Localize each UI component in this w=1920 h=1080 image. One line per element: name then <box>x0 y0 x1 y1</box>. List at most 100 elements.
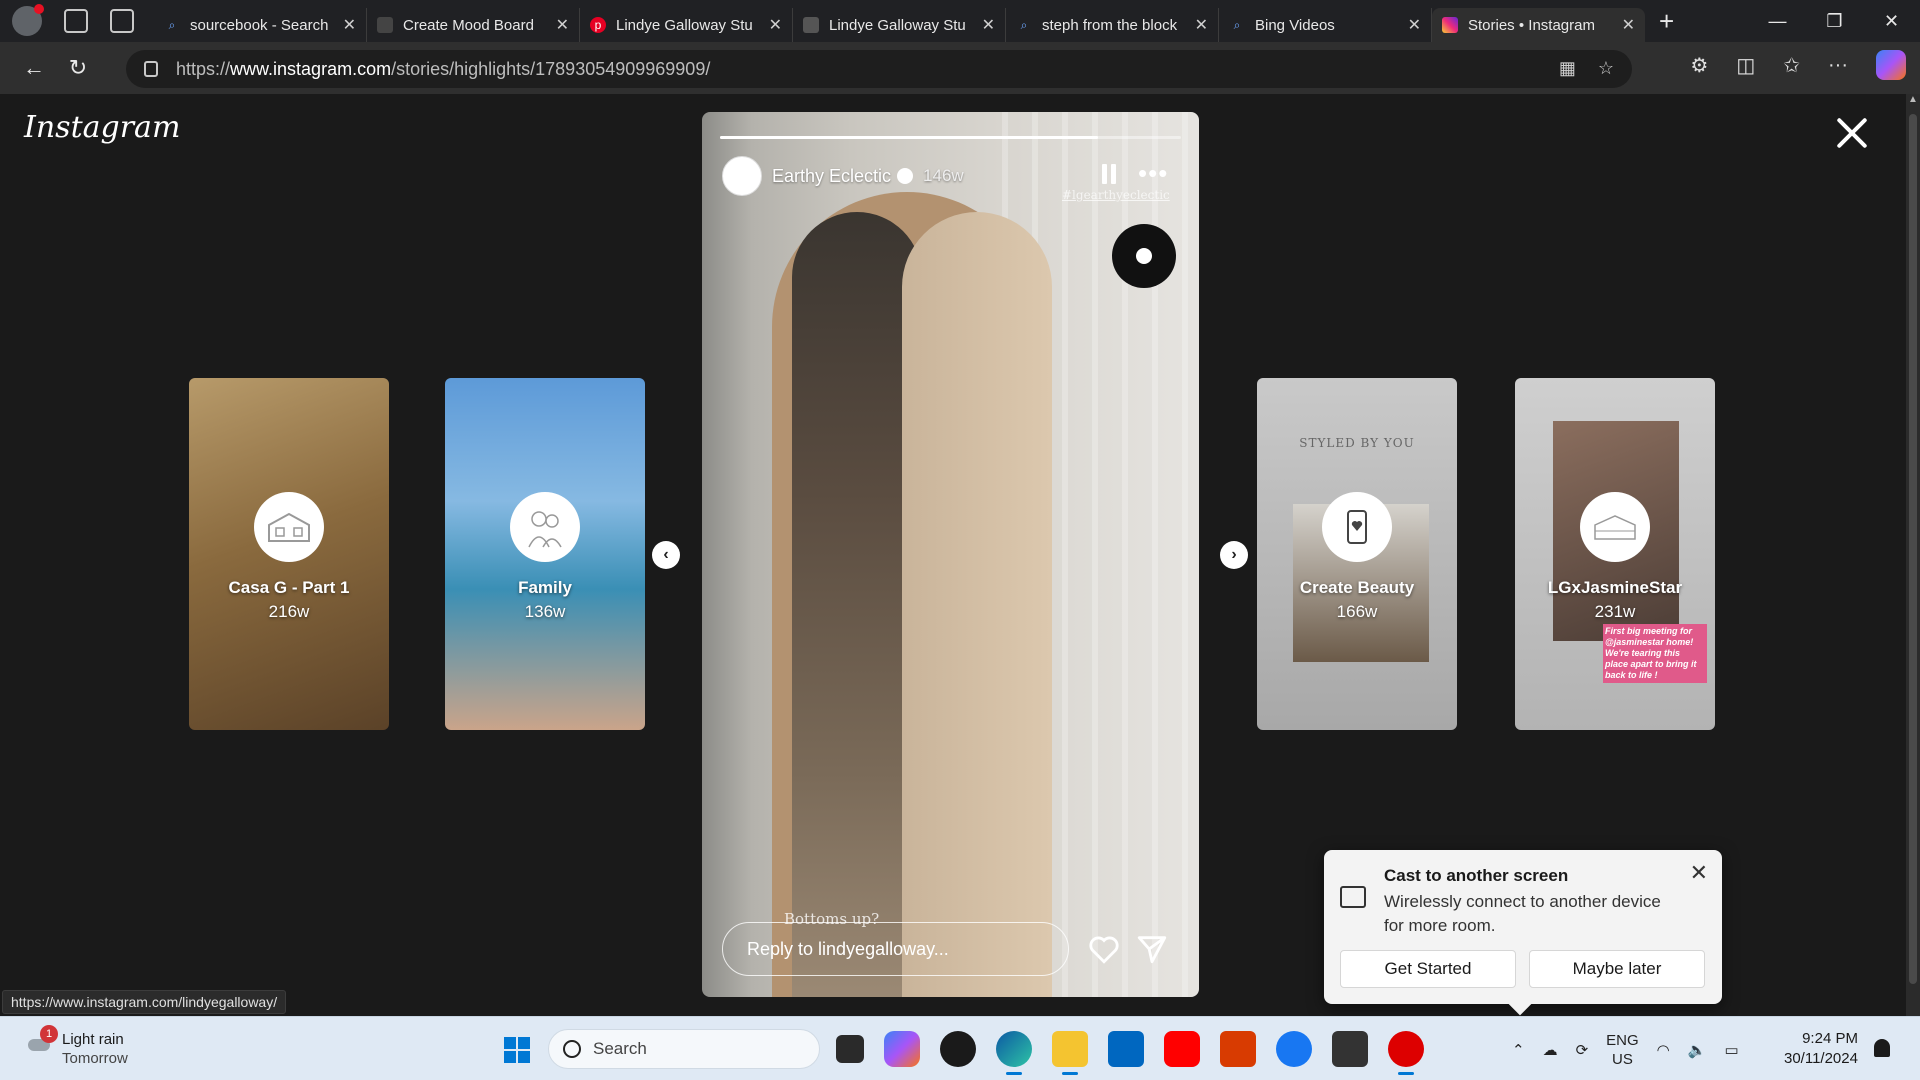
back-button[interactable]: ← <box>12 48 56 88</box>
close-stories-button[interactable] <box>1834 116 1868 150</box>
app-available-icon[interactable]: ▦ <box>1559 58 1576 79</box>
task-view-icon[interactable] <box>836 1035 864 1063</box>
close-tab-icon[interactable]: ✕ <box>769 15 782 35</box>
scroll-up-arrow-icon[interactable]: ▲ <box>1906 94 1920 105</box>
story-card[interactable]: Earthy Eclectic 146w ••• #lgearthyeclect… <box>702 112 1199 997</box>
clock-time: 9:24 PM <box>1802 1030 1858 1047</box>
previous-story-button[interactable]: ‹ <box>652 541 680 569</box>
close-tab-icon[interactable]: ✕ <box>343 15 356 35</box>
dell-icon[interactable] <box>940 1031 976 1067</box>
tab-instagram-stories[interactable]: Stories • Instagram ✕ <box>1432 8 1645 42</box>
like-heart-icon[interactable] <box>1087 932 1121 966</box>
pause-button[interactable] <box>1102 164 1118 184</box>
highlight-age: 166w <box>1336 602 1378 621</box>
system-tray: ⌃ ☁ ⟳ ENG US ◠ 🔈 ▭ <box>1512 1031 1739 1069</box>
tab-title: Create Mood Board <box>403 16 534 34</box>
url-text: https://www.instagram.com/stories/highli… <box>176 59 710 80</box>
cast-screen-icon <box>1340 886 1366 908</box>
highlight-preview-casa-g[interactable]: Casa G - Part 1 216w <box>189 378 389 730</box>
story-account-name[interactable]: Earthy Eclectic <box>772 166 891 187</box>
new-tab-button[interactable]: + <box>1659 6 1674 37</box>
more-options-icon[interactable]: ••• <box>1138 158 1168 189</box>
page-scrollbar[interactable]: ▲ <box>1906 94 1920 1016</box>
close-tab-icon[interactable]: ✕ <box>982 15 995 35</box>
tab-lindye-pinterest[interactable]: p Lindye Galloway Stu ✕ <box>580 8 793 42</box>
tab-sourcebook-search[interactable]: ⌕ sourcebook - Search ✕ <box>154 8 367 42</box>
search-icon: ⌕ <box>1020 17 1028 32</box>
show-hidden-icons-chevron-icon[interactable]: ⌃ <box>1512 1041 1525 1059</box>
tab-bing-videos[interactable]: ⌕ Bing Videos ✕ <box>1219 8 1432 42</box>
edge-browser-icon[interactable] <box>996 1031 1032 1075</box>
url-field[interactable]: https://www.instagram.com/stories/highli… <box>126 50 1632 88</box>
tab-title: steph from the block <box>1042 16 1178 34</box>
highlight-name: Casa G - Part 1 <box>228 578 350 597</box>
tab-actions-icon[interactable] <box>110 9 134 33</box>
weather-badge: 1 <box>40 1025 58 1043</box>
wall-sconce-image <box>1112 224 1176 288</box>
start-button[interactable] <box>504 1037 530 1063</box>
taskbar-search[interactable]: Search <box>548 1029 820 1069</box>
refresh-button[interactable]: ↻ <box>56 48 100 88</box>
cast-popup-close-icon[interactable]: ✕ <box>1690 860 1708 886</box>
story-hashtag[interactable]: #lgearthyeclectic <box>1062 188 1170 202</box>
language-indicator[interactable]: ENG US <box>1606 1031 1639 1069</box>
more-menu-icon[interactable]: ··· <box>1828 54 1848 77</box>
cast-popup-description: Wirelessly connect to another device for… <box>1384 892 1661 935</box>
verified-badge-icon <box>897 168 914 184</box>
wifi-icon[interactable]: ◠ <box>1657 1041 1670 1059</box>
clock-date: 30/11/2024 <box>1784 1050 1858 1067</box>
restore-button[interactable]: ❐ <box>1806 0 1863 42</box>
close-window-button[interactable]: ✕ <box>1863 0 1920 42</box>
scrollbar-thumb[interactable] <box>1909 114 1917 984</box>
send-icon[interactable] <box>1135 932 1169 966</box>
house-icon <box>1594 515 1636 540</box>
close-tab-icon[interactable]: ✕ <box>1408 15 1421 35</box>
sync-icon[interactable]: ⟳ <box>1576 1041 1589 1059</box>
copilot-icon[interactable] <box>1876 50 1906 80</box>
tab-mood-board[interactable]: Create Mood Board ✕ <box>367 8 580 42</box>
weather-widget[interactable]: 1 Light rain Tomorrow <box>26 1025 128 1067</box>
volume-icon[interactable]: 🔈 <box>1688 1041 1707 1059</box>
search-icon <box>563 1040 581 1058</box>
battery-icon[interactable]: ▭ <box>1724 1041 1738 1059</box>
highlight-preview-family[interactable]: Family 136w <box>445 378 645 730</box>
phone-heart-icon <box>1347 510 1367 544</box>
workspaces-icon[interactable] <box>64 9 88 33</box>
highlight-age: 231w <box>1594 602 1636 621</box>
microsoft-store-icon[interactable] <box>1108 1031 1144 1067</box>
highlight-tagline: STYLED BY YOU <box>1299 436 1415 450</box>
instagram-icon <box>1442 17 1458 33</box>
extensions-icon[interactable]: ⚙ <box>1690 53 1708 78</box>
next-story-button[interactable]: › <box>1220 541 1248 569</box>
printer-app-icon[interactable] <box>1332 1031 1368 1067</box>
tab-lindye-site[interactable]: Lindye Galloway Stu ✕ <box>793 8 1006 42</box>
favorite-star-icon[interactable]: ☆ <box>1598 58 1614 79</box>
security-app-icon[interactable] <box>1388 1031 1424 1075</box>
office-icon[interactable] <box>1220 1031 1256 1067</box>
highlight-preview-create-beauty[interactable]: STYLED BY YOU Create Beauty 166w <box>1257 378 1457 730</box>
file-explorer-icon[interactable] <box>1052 1031 1088 1075</box>
minimize-button[interactable]: — <box>1749 0 1806 42</box>
favorites-icon[interactable]: ✩ <box>1783 53 1800 78</box>
tab-title: sourcebook - Search <box>190 16 329 34</box>
youtube-icon[interactable] <box>1164 1031 1200 1067</box>
copilot-app-icon[interactable] <box>884 1031 920 1067</box>
instagram-logo[interactable]: Instagram <box>24 110 180 145</box>
notification-bell-icon[interactable] <box>1874 1039 1890 1057</box>
split-screen-icon[interactable]: ◫ <box>1736 53 1755 78</box>
close-tab-icon[interactable]: ✕ <box>1622 15 1635 35</box>
facebook-icon[interactable] <box>1276 1031 1312 1067</box>
reply-input[interactable]: Reply to lindyegalloway... <box>722 922 1069 976</box>
onedrive-cloud-icon[interactable]: ☁ <box>1543 1041 1558 1059</box>
close-tab-icon[interactable]: ✕ <box>556 15 569 35</box>
clock[interactable]: 9:24 PM 30/11/2024 <box>1784 1029 1858 1069</box>
maybe-later-button[interactable]: Maybe later <box>1529 950 1705 988</box>
close-tab-icon[interactable]: ✕ <box>1195 15 1208 35</box>
get-started-button[interactable]: Get Started <box>1340 950 1516 988</box>
story-account-avatar[interactable] <box>722 156 762 196</box>
address-bar: ← ↻ https://www.instagram.com/stories/hi… <box>0 42 1920 94</box>
lock-icon[interactable] <box>144 61 158 77</box>
highlight-preview-lgxjasminestar[interactable]: First big meeting for @jasminestar home!… <box>1515 378 1715 730</box>
profile-avatar[interactable] <box>12 4 44 36</box>
tab-steph-search[interactable]: ⌕ steph from the block ✕ <box>1006 8 1219 42</box>
